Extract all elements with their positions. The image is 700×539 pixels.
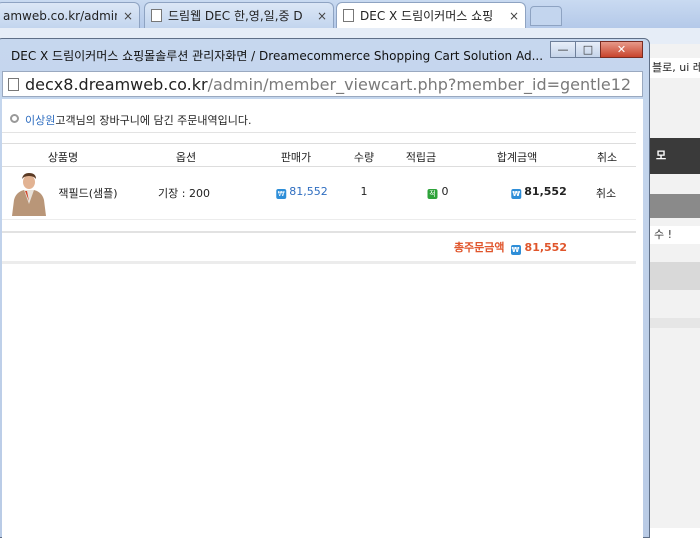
page-icon xyxy=(151,9,162,22)
tab-close-icon[interactable]: × xyxy=(317,9,327,23)
page-content: 이상원고객님의 장바구니에 담긴 주문내역입니다. 상품명 옵션 판매가 수량 … xyxy=(2,99,643,539)
customer-name: 이상원 xyxy=(25,114,56,127)
window-controls: — □ ✕ xyxy=(550,41,643,58)
header-subtotal: 합계금액 xyxy=(496,151,538,164)
popup-window: DEC X 드림이커머스 쇼핑몰솔루션 관리자화면 / Dreamecommer… xyxy=(0,38,650,539)
background-text: 블로, ui 레 xyxy=(648,58,700,78)
total-label: 총주문금액 xyxy=(453,241,505,254)
header-qty: 수량 xyxy=(353,151,375,164)
divider xyxy=(2,261,636,264)
browser-tab-strip: amweb.co.kr/admin/C × 드림웹 DEC 한,영,일,중 D … xyxy=(0,0,700,28)
page-icon xyxy=(8,78,19,91)
point-icon: 적 xyxy=(427,189,438,199)
unit-price-value: 81,552 xyxy=(289,185,328,198)
points-value: 0 xyxy=(441,185,449,198)
won-icon: ₩ xyxy=(511,189,522,199)
quantity: 1 xyxy=(360,185,368,198)
browser-tab-2[interactable]: 드림웹 DEC 한,영,일,중 D × xyxy=(144,2,334,28)
url-text[interactable]: decx8.dreamweb.co.kr/admin/member_viewca… xyxy=(25,75,631,94)
won-icon: ₩ xyxy=(510,245,521,255)
tab-close-icon[interactable]: × xyxy=(123,9,133,23)
points: 적0 xyxy=(427,185,449,199)
minimize-button[interactable]: — xyxy=(550,41,576,58)
won-icon: ₩ xyxy=(276,189,287,199)
header-option: 옵션 xyxy=(175,151,197,164)
table-header: 상품명 옵션 판매가 수량 적립금 합계금액 취소 xyxy=(2,143,636,167)
unit-price: ₩81,552 xyxy=(276,185,328,199)
subtotal-value: 81,552 xyxy=(524,185,567,198)
header-points: 적립금 xyxy=(405,151,437,164)
tab-close-icon[interactable]: × xyxy=(509,9,519,23)
divider xyxy=(2,231,636,233)
notice-text: 고객님의 장바구니에 담긴 주문내역입니다. xyxy=(55,114,252,127)
order-total: 총주문금액 ₩81,552 xyxy=(454,239,567,255)
header-product: 상품명 xyxy=(47,151,79,164)
subtotal: ₩81,552 xyxy=(511,185,567,199)
page-icon xyxy=(343,9,354,22)
new-tab-button[interactable] xyxy=(530,6,562,26)
product-option: 기장 : 200 xyxy=(158,187,210,200)
table-row: 잭필드(샘플) 기장 : 200 ₩81,552 1 적0 ₩81,552 취소 xyxy=(2,166,636,220)
header-price: 판매가 xyxy=(280,151,312,164)
background-bar xyxy=(648,262,700,290)
maximize-button[interactable]: □ xyxy=(575,41,601,58)
background-text: 수 ! xyxy=(648,226,700,244)
close-button[interactable]: ✕ xyxy=(600,41,643,58)
cart-notice: 이상원고객님의 장바구니에 담긴 주문내역입니다. xyxy=(2,106,636,133)
popup-titlebar[interactable]: DEC X 드림이커머스 쇼핑몰솔루션 관리자화면 / Dreamecommer… xyxy=(0,39,649,69)
header-cancel: 취소 xyxy=(596,151,618,164)
browser-tab-1[interactable]: amweb.co.kr/admin/C × xyxy=(0,2,140,28)
popup-title: DEC X 드림이커머스 쇼핑몰솔루션 관리자화면 / Dreamecommer… xyxy=(11,49,544,63)
url-host: decx8.dreamweb.co.kr xyxy=(25,75,208,94)
url-path: /admin/member_viewcart.php?member_id=gen… xyxy=(207,75,632,94)
background-menu: 모 xyxy=(648,138,700,174)
product-image[interactable] xyxy=(8,170,50,216)
total-value: 81,552 xyxy=(524,241,567,254)
bullet-icon xyxy=(10,114,19,123)
background-bar xyxy=(648,194,700,218)
address-bar[interactable]: decx8.dreamweb.co.kr/admin/member_viewca… xyxy=(2,71,643,97)
browser-tab-3[interactable]: DEC X 드림이커머스 쇼핑 × xyxy=(336,2,526,28)
cancel-button[interactable]: 취소 xyxy=(596,185,616,201)
product-name[interactable]: 잭필드(샘플) xyxy=(58,185,117,201)
background-bar xyxy=(648,318,700,328)
